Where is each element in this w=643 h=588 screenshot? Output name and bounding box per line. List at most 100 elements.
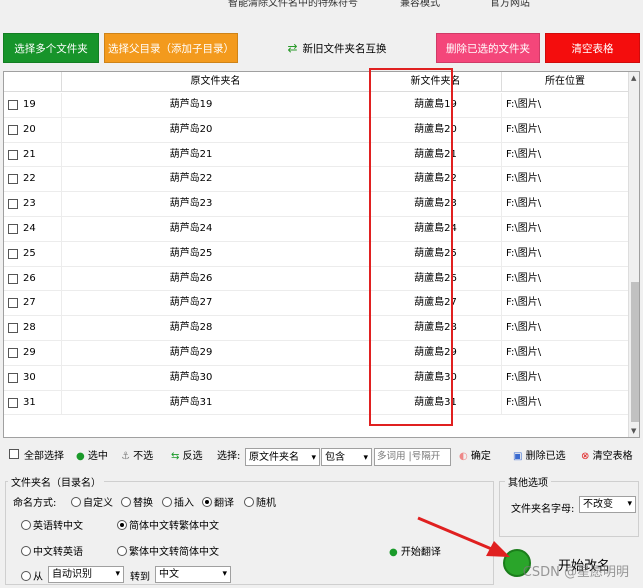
row-number: 19 <box>23 99 36 110</box>
mode-radio-insert[interactable]: 插入 <box>162 494 194 509</box>
row-number: 23 <box>23 198 36 210</box>
table-row[interactable]: 22 葫芦岛22 葫蘆島22 F:\图片\ <box>4 167 628 193</box>
to-label: 转到 <box>130 572 150 583</box>
select-parent-directory-button[interactable]: 选择父目录（添加子目录） <box>104 33 238 63</box>
checkbox-icon[interactable] <box>8 397 18 408</box>
spacer-cell <box>320 241 370 266</box>
table-row[interactable]: 26 葫芦岛26 葫蘆島26 F:\图片\ <box>4 266 628 292</box>
scroll-up-arrow-icon[interactable]: ▲ <box>631 74 636 82</box>
table-row[interactable]: 28 葫芦岛28 葫蘆島28 F:\图片\ <box>4 316 628 341</box>
from-language-select[interactable]: 自动识别 <box>48 566 124 583</box>
clear-table-button[interactable]: 清空表格 <box>545 33 640 63</box>
clear-x-icon: ⊗ <box>581 451 590 462</box>
check-button[interactable]: ● 选中 <box>76 448 108 466</box>
field-select[interactable]: 原文件夹名 <box>245 448 320 467</box>
row-checkbox-cell[interactable]: 29 <box>4 341 62 365</box>
table-row[interactable]: 23 葫芦岛23 葫蘆島23 F:\图片\ <box>4 192 628 217</box>
mode-radio-replace[interactable]: 替换 <box>121 494 153 509</box>
uncheck-button[interactable]: ⚓ 不选 <box>121 448 153 466</box>
to-language-select[interactable]: 中文 <box>155 566 231 583</box>
option-simplified-to-traditional[interactable]: 简体中文转繁体中文 <box>117 517 219 532</box>
table-row[interactable]: 31 葫芦岛31 葫蘆島31 F:\图片\ <box>4 390 628 416</box>
confirm-button[interactable]: ◐ 确定 <box>459 448 491 466</box>
checkbox-icon[interactable] <box>8 199 18 210</box>
old-name-cell: 葫芦岛25 <box>169 247 213 259</box>
delete-checked-button[interactable]: ▣ 删除已选 <box>513 448 566 466</box>
row-checkbox-cell[interactable]: 28 <box>4 316 62 341</box>
spacer-cell <box>320 390 370 415</box>
option-zh-to-en[interactable]: 中文转英语 <box>21 543 83 558</box>
checkbox-icon[interactable] <box>8 273 18 284</box>
table-row[interactable]: 30 葫芦岛30 葫蘆島30 F:\图片\ <box>4 365 628 391</box>
checkbox-icon[interactable] <box>8 174 18 185</box>
from-radio[interactable]: 从 <box>21 568 43 583</box>
letter-case-select[interactable]: 不改变 <box>579 496 636 513</box>
table-row[interactable]: 29 葫芦岛29 葫蘆島29 F:\图片\ <box>4 341 628 366</box>
invert-button[interactable]: ⇆ 反选 <box>171 448 203 466</box>
checkbox-icon[interactable] <box>8 323 18 334</box>
table-row[interactable]: 19 葫芦岛19 葫蘆島19 F:\图片\ <box>4 93 628 118</box>
header-new-name[interactable]: 新文件夹名 <box>370 72 502 92</box>
option-en-to-zh[interactable]: 英语转中文 <box>21 517 83 532</box>
checkbox-icon[interactable] <box>8 372 18 383</box>
row-checkbox-cell[interactable]: 30 <box>4 365 62 390</box>
spacer-cell <box>320 192 370 217</box>
checkbox-icon[interactable] <box>8 298 18 309</box>
row-checkbox-cell[interactable]: 21 <box>4 142 62 167</box>
folder-table[interactable]: 原文件夹名 新文件夹名 所在位置 19 葫芦岛19 葫蘆島19 F:\图片\ 20 葫芦岛… <box>3 71 640 438</box>
checkbox-icon[interactable] <box>8 348 18 358</box>
spacer-cell <box>320 266 370 291</box>
row-checkbox-cell[interactable]: 25 <box>4 241 62 266</box>
top-item-website[interactable]: 官方网站 <box>490 0 530 8</box>
table-header: 原文件夹名 新文件夹名 所在位置 <box>4 72 639 92</box>
table-row[interactable]: 21 葫芦岛21 葫蘆島21 F:\图片\ <box>4 142 628 168</box>
mode-radio-custom[interactable]: 自定义 <box>71 494 113 509</box>
old-name-cell: 葫芦岛29 <box>169 347 213 358</box>
row-number: 26 <box>23 272 36 284</box>
row-checkbox-cell[interactable]: 27 <box>4 291 62 316</box>
row-checkbox-cell[interactable]: 19 <box>4 93 62 117</box>
option-traditional-to-simplified[interactable]: 繁体中文转简体中文 <box>117 543 219 558</box>
checkbox-icon[interactable] <box>8 248 18 259</box>
checkbox-icon[interactable] <box>8 224 18 234</box>
spacer-cell <box>320 341 370 365</box>
swap-button-label: 新旧文件夹名互换 <box>302 42 387 55</box>
select-multiple-folders-button[interactable]: 选择多个文件夹 <box>3 33 99 63</box>
row-checkbox-cell[interactable]: 20 <box>4 117 62 142</box>
row-checkbox-cell[interactable]: 22 <box>4 167 62 192</box>
row-checkbox-cell[interactable]: 23 <box>4 192 62 217</box>
checkbox-icon[interactable] <box>8 149 18 160</box>
match-select[interactable]: 包含 <box>321 448 372 467</box>
mode-radio-translate[interactable]: 翻译 <box>202 494 234 509</box>
location-cell: F:\图片\ <box>506 396 542 408</box>
folder-letter-case-label: 文件夹名字母: <box>511 504 575 515</box>
scroll-down-arrow-icon[interactable]: ▼ <box>631 427 636 435</box>
row-checkbox-cell[interactable]: 31 <box>4 390 62 415</box>
checkbox-icon[interactable] <box>8 124 18 135</box>
row-number: 31 <box>23 396 36 408</box>
toolbar-clear-button[interactable]: ⊗ 清空表格 <box>581 448 633 466</box>
row-checkbox-cell[interactable]: 24 <box>4 217 62 241</box>
vertical-scrollbar[interactable]: ▲ ▼ <box>628 72 639 437</box>
table-row[interactable]: 27 葫芦岛27 葫蘆島27 F:\图片\ <box>4 291 628 317</box>
new-name-cell: 葫蘆島25 <box>370 241 502 266</box>
header-location[interactable]: 所在位置 <box>502 72 628 92</box>
scrollbar-thumb[interactable] <box>631 282 639 422</box>
table-row[interactable]: 25 葫芦岛25 葫蘆島25 F:\图片\ <box>4 241 628 267</box>
row-checkbox-cell[interactable]: 26 <box>4 266 62 291</box>
keyword-input[interactable] <box>374 448 451 466</box>
spacer-cell <box>320 167 370 192</box>
table-row[interactable]: 20 葫芦岛20 葫蘆島20 F:\图片\ <box>4 117 628 143</box>
new-name-cell: 葫蘆島21 <box>370 142 502 167</box>
top-item-compat-mode[interactable]: 兼容模式 <box>400 0 440 8</box>
delete-selected-folders-button[interactable]: 删除已选的文件夹 <box>436 33 540 63</box>
top-item-clean-symbols[interactable]: 智能清除文件名中的特殊符号 <box>228 0 358 8</box>
table-row[interactable]: 24 葫芦岛24 葫蘆島24 F:\图片\ <box>4 217 628 242</box>
mode-radio-random[interactable]: 随机 <box>244 494 276 509</box>
new-name-cell: 葫蘆島31 <box>370 390 502 415</box>
select-all-checkbox[interactable]: 全部选择 <box>9 448 64 466</box>
header-old-name[interactable]: 原文件夹名 <box>62 72 370 92</box>
new-name-cell: 葫蘆島22 <box>370 167 502 192</box>
checkbox-icon[interactable] <box>8 100 18 110</box>
swap-names-button[interactable]: ⇄ 新旧文件夹名互换 <box>285 37 389 59</box>
